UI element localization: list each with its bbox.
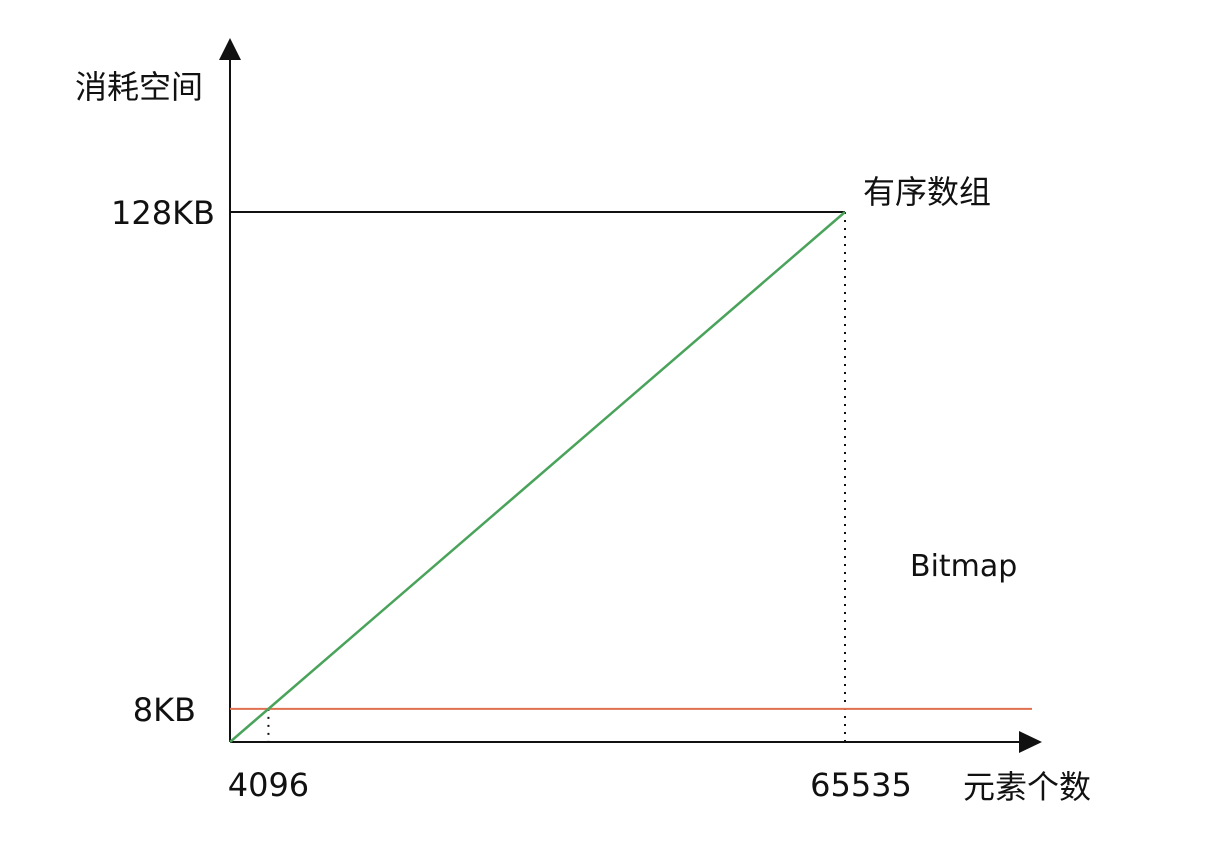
x-tick-label-65535: 65535 — [810, 766, 912, 804]
series-label-bitmap: Bitmap — [910, 549, 1017, 584]
chart: 消耗空间 元素个数 128KB 8KB 4096 65535 有序数组 Bitm… — [75, 38, 1091, 806]
series-line-sorted-array — [229, 211, 846, 743]
x-axis-arrow-icon — [1019, 731, 1042, 753]
series-label-sorted-array: 有序数组 — [863, 173, 991, 211]
x-axis-title: 元素个数 — [963, 768, 1091, 806]
y-axis-title: 消耗空间 — [75, 68, 203, 106]
y-tick-label-8kb: 8KB — [133, 691, 196, 729]
y-tick-label-128kb: 128KB — [111, 194, 215, 232]
y-axis-arrow-icon — [219, 38, 241, 60]
x-tick-label-4096: 4096 — [228, 766, 309, 804]
